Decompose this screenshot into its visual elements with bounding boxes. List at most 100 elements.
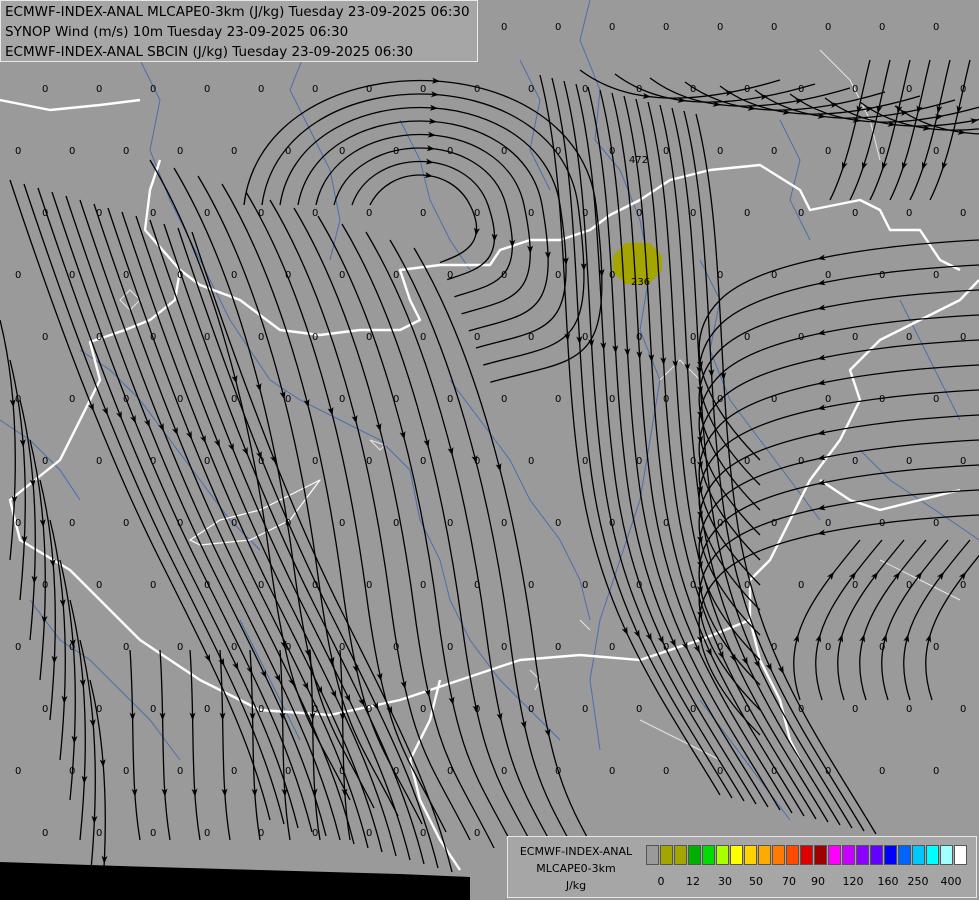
title-line-cin: ECMWF-INDEX-ANAL SBCIN (J/kg) Tuesday 23… [5,44,414,60]
sbcin-value: 0 [501,766,507,777]
sbcin-value: 0 [825,270,831,281]
sbcin-value: 0 [366,828,372,839]
sbcin-value: 0 [906,704,912,715]
sbcin-value: 0 [258,456,264,467]
legend-swatch [702,845,715,865]
sbcin-value: 0 [204,208,210,219]
sbcin-value: 0 [636,704,642,715]
sbcin-value: 0 [204,332,210,343]
sbcin-value: 0 [420,828,426,839]
legend-swatch [870,845,883,865]
sbcin-value: 0 [474,828,480,839]
sbcin-value: 0 [96,704,102,715]
sbcin-value: 0 [852,208,858,219]
sbcin-value: 0 [258,580,264,591]
sbcin-value: 0 [960,208,966,219]
sbcin-value: 0 [69,766,75,777]
sbcin-value: 0 [258,208,264,219]
legend-tick: 400 [940,875,962,888]
sbcin-value: 0 [474,580,480,591]
sbcin-value: 0 [717,518,723,529]
sbcin-value: 0 [906,84,912,95]
sbcin-value: 0 [312,704,318,715]
sbcin-value: 0 [420,456,426,467]
sbcin-value: 0 [879,270,885,281]
sbcin-value: 0 [690,456,696,467]
sbcin-value: 0 [339,642,345,653]
sbcin-value: 0 [555,766,561,777]
sbcin-value: 0 [528,456,534,467]
sbcin-value: 0 [798,580,804,591]
sbcin-value: 0 [231,642,237,653]
sbcin-value: 0 [312,828,318,839]
sbcin-value: 0 [69,146,75,157]
sbcin-value: 0 [879,518,885,529]
sbcin-value: 0 [393,518,399,529]
sbcin-value: 0 [123,518,129,529]
sbcin-value: 0 [879,766,885,777]
sbcin-value: 0 [933,518,939,529]
sbcin-value: 0 [717,766,723,777]
sbcin-value: 0 [69,270,75,281]
sbcin-value: 0 [555,642,561,653]
sbcin-value: 0 [177,642,183,653]
sbcin-value: 0 [906,208,912,219]
sbcin-value: 0 [285,518,291,529]
legend-title-param: MLCAPE0-3km [536,862,616,875]
legend-swatch [772,845,785,865]
sbcin-value: 0 [474,332,480,343]
sbcin-value: 0 [420,332,426,343]
sbcin-value: 0 [771,22,777,33]
sbcin-value: 0 [663,642,669,653]
sbcin-value: 0 [555,394,561,405]
sbcin-value: 0 [690,704,696,715]
sbcin-value: 0 [798,208,804,219]
sbcin-value: 0 [690,332,696,343]
sbcin-value: 0 [960,84,966,95]
sbcin-value: 0 [879,642,885,653]
sbcin-value: 0 [42,84,48,95]
title-line-cape: ECMWF-INDEX-ANAL MLCAPE0-3km (J/kg) Tues… [5,4,470,20]
sbcin-value: 0 [231,394,237,405]
legend-swatch [912,845,925,865]
sbcin-value: 0 [393,642,399,653]
sbcin-value: 0 [339,766,345,777]
sbcin-value: 0 [771,270,777,281]
title-line-wind: SYNOP Wind (m/s) 10m Tuesday 23-09-2025 … [5,24,349,40]
sbcin-value: 0 [609,270,615,281]
legend-swatch [814,845,827,865]
sbcin-value: 0 [528,84,534,95]
sbcin-value: 0 [96,332,102,343]
legend-swatch [828,845,841,865]
sbcin-value: 0 [852,456,858,467]
sbcin-value: 0 [96,208,102,219]
sbcin-value: 0 [852,332,858,343]
legend-tick: 50 [749,875,763,888]
sbcin-value: 0 [825,22,831,33]
sbcin-value: 0 [798,704,804,715]
sbcin-value: 0 [879,22,885,33]
sbcin-value: 0 [906,580,912,591]
legend-swatch [884,845,897,865]
sbcin-value: 0 [42,208,48,219]
legend-tick: 12 [686,875,700,888]
sbcin-value: 0 [501,22,507,33]
sbcin-value: 0 [609,394,615,405]
sbcin-value: 0 [825,766,831,777]
sbcin-value: 0 [231,766,237,777]
sbcin-value: 0 [420,208,426,219]
sbcin-value: 0 [393,766,399,777]
sbcin-value: 0 [609,22,615,33]
legend-unit: J/kg [565,879,587,892]
weather-map: 0 0 0 0 0 0 0 0 0 0 0 0 0 0 0 0 0 0 0 0 0 0 0 0 0 0 0 0 0 0 0 0 0 0 0 0 0 0 0 0… [0,0,979,900]
sbcin-value: 0 [15,518,21,529]
cape-label-236: 236 [631,277,650,288]
sbcin-value: 0 [636,84,642,95]
sbcin-value: 0 [636,208,642,219]
sbcin-value: 0 [366,84,372,95]
sbcin-value: 0 [825,518,831,529]
sbcin-value: 0 [150,208,156,219]
sbcin-value: 0 [42,332,48,343]
sbcin-value: 0 [663,22,669,33]
sbcin-value: 0 [474,456,480,467]
